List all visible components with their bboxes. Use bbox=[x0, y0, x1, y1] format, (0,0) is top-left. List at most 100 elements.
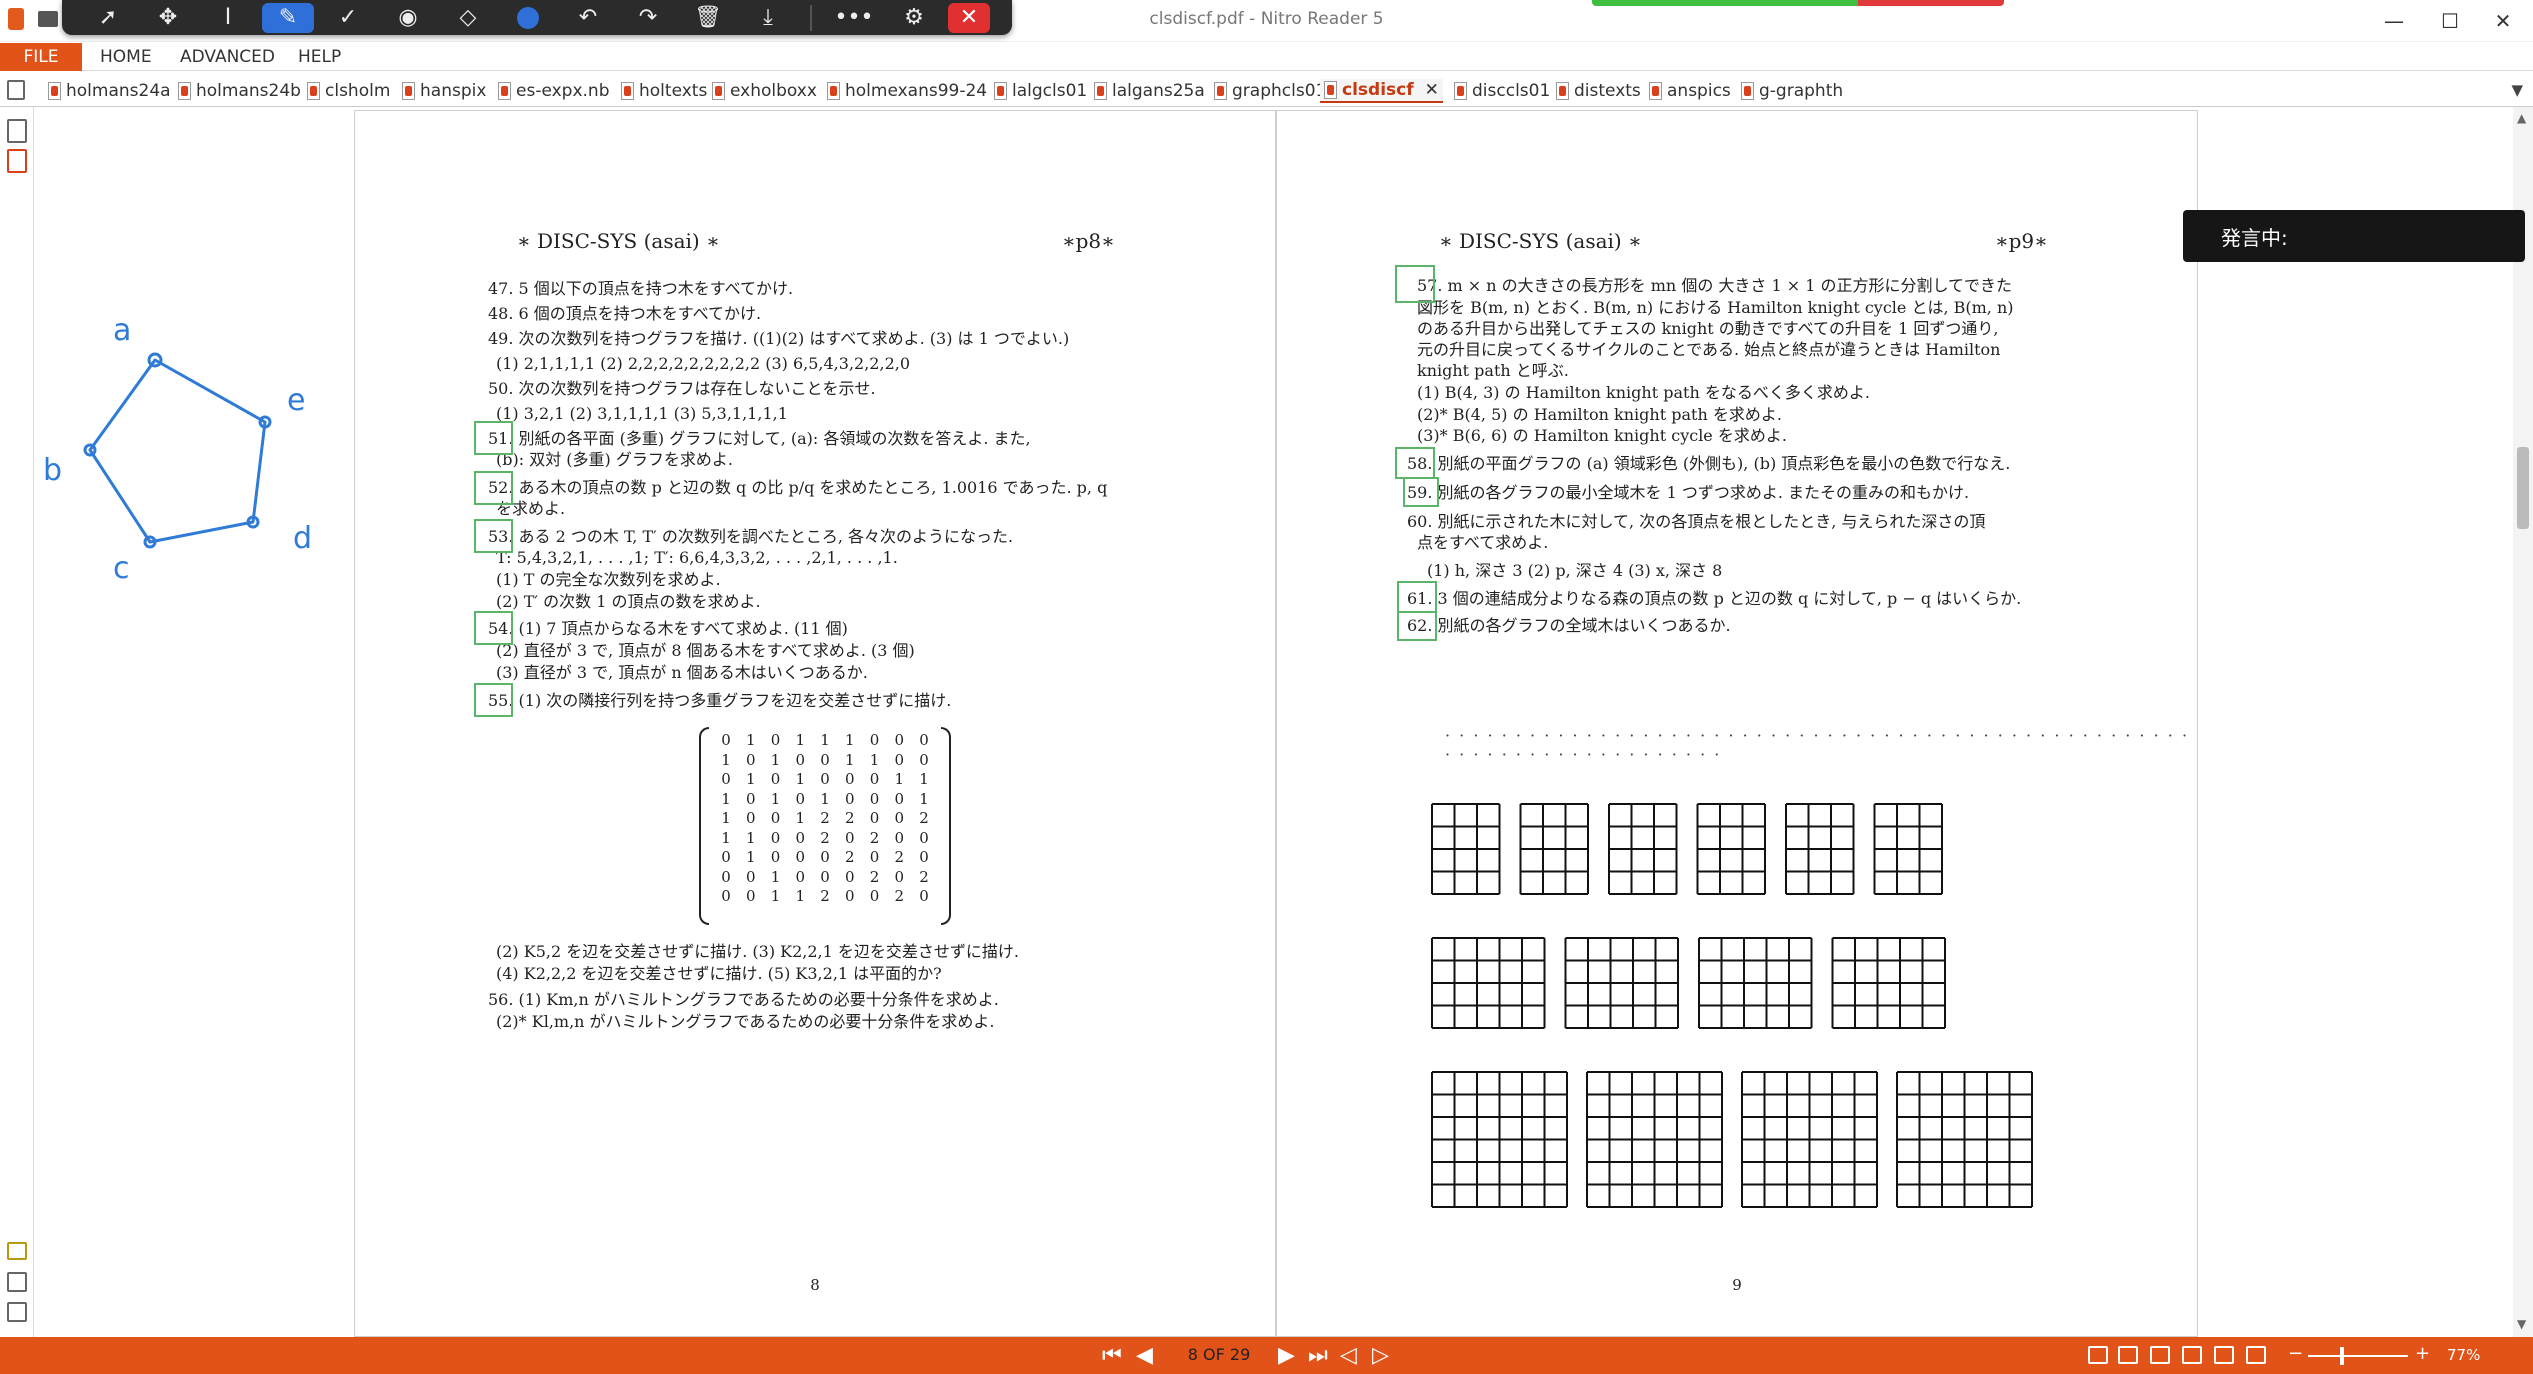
matrix-cell: 2 bbox=[820, 887, 830, 905]
doc-tab[interactable]: g-graphth bbox=[1737, 79, 1847, 103]
text-cursor-icon[interactable]: I bbox=[202, 3, 254, 33]
close-tab-icon[interactable]: ✕ bbox=[1425, 80, 1439, 100]
next-page-icon[interactable]: ▶ bbox=[1278, 1343, 1295, 1368]
chessboard-grid bbox=[1831, 937, 1946, 1029]
scrollbar-thumb[interactable] bbox=[2517, 447, 2529, 529]
pdf-icon bbox=[1556, 82, 1569, 100]
page-indicator[interactable]: 8 OF 29 bbox=[1177, 1345, 1261, 1367]
doc-tab[interactable]: exholboxx bbox=[708, 79, 821, 103]
doc-tab[interactable]: holmans24a bbox=[44, 79, 175, 103]
last-page-icon[interactable]: ⏭ bbox=[1308, 1343, 1328, 1368]
fit-page-icon[interactable] bbox=[2246, 1346, 2266, 1364]
minimize-button[interactable]: — bbox=[2364, 2, 2424, 40]
scroll-up-icon[interactable]: ▲ bbox=[2517, 111, 2526, 125]
doc-tab[interactable]: hanspix bbox=[398, 79, 490, 103]
highlighter-icon[interactable]: ◉ bbox=[382, 3, 434, 33]
doc-tab[interactable]: distexts bbox=[1552, 79, 1645, 103]
matrix-cell: 0 bbox=[919, 848, 929, 866]
doc-tab[interactable]: holtexts bbox=[617, 79, 711, 103]
tab-help[interactable]: HELP bbox=[298, 47, 341, 67]
matrix-cell: 0 bbox=[795, 828, 806, 847]
doc-tab[interactable]: graphcls01 bbox=[1210, 79, 1330, 103]
back-view-icon[interactable]: ◁ bbox=[1340, 1343, 1357, 1368]
pages-panel-icon[interactable] bbox=[7, 119, 27, 143]
continuous-view-icon[interactable] bbox=[2118, 1346, 2138, 1364]
matrix-cell: 1 bbox=[820, 789, 830, 808]
problem-line: (2) 直径が 3 で, 頂点が 8 個ある木をすべて求めよ. (3 個) bbox=[496, 641, 915, 660]
zoom-level[interactable]: 77% bbox=[2447, 1346, 2480, 1364]
fullscreen-view-icon[interactable] bbox=[2214, 1346, 2234, 1364]
tabs-overflow-icon[interactable]: ▼ bbox=[2511, 81, 2523, 99]
matrix-cell: 1 bbox=[869, 750, 880, 769]
annotation-box-52[interactable] bbox=[474, 471, 513, 505]
doc-tab[interactable]: clsholm bbox=[303, 79, 394, 103]
first-page-icon[interactable]: ⏮ bbox=[1102, 1343, 1122, 1368]
doc-tab[interactable]: anspics bbox=[1645, 79, 1735, 103]
eraser-icon[interactable]: ◇ bbox=[442, 3, 494, 33]
tab-advanced[interactable]: ADVANCED bbox=[180, 47, 275, 67]
page-icon[interactable] bbox=[7, 80, 25, 100]
chessboard-grid bbox=[1431, 803, 1501, 895]
doc-tab-active[interactable]: clsdiscf ✕ bbox=[1320, 79, 1443, 103]
doc-tab-label: lalgcls01 bbox=[1012, 81, 1088, 101]
doc-tab[interactable]: lalgcls01 bbox=[990, 79, 1091, 103]
matrix-cell: 0 bbox=[770, 731, 781, 749]
meeting-progress-red bbox=[1858, 0, 2004, 6]
pen-icon[interactable]: ✎ bbox=[262, 2, 314, 33]
pdf-icon bbox=[1649, 82, 1662, 100]
previous-page-icon[interactable]: ◀ bbox=[1136, 1343, 1153, 1368]
layers-panel-icon[interactable] bbox=[7, 1302, 27, 1322]
matrix-cell: 0 bbox=[894, 809, 905, 827]
close-toolbar-icon[interactable]: ✕ bbox=[948, 2, 990, 33]
comments-panel-icon[interactable] bbox=[7, 1242, 27, 1260]
matrix-cell: 1 bbox=[795, 770, 806, 788]
matrix-cell: 1 bbox=[795, 731, 806, 749]
user-settings-icon[interactable]: ⚙ bbox=[888, 3, 940, 33]
maximize-button[interactable]: ☐ bbox=[2420, 2, 2480, 40]
tab-home[interactable]: HOME bbox=[100, 47, 152, 67]
move-icon[interactable]: ✥ bbox=[142, 3, 194, 33]
download-icon[interactable]: ⤓ bbox=[742, 3, 794, 33]
matrix-row: 100122002 bbox=[715, 809, 935, 829]
doc-tab[interactable]: lalgans25a bbox=[1090, 79, 1209, 103]
check-icon[interactable]: ✓ bbox=[322, 3, 374, 33]
zoom-slider[interactable] bbox=[2308, 1355, 2408, 1357]
annotation-box-53[interactable] bbox=[474, 519, 513, 553]
trash-icon[interactable]: 🗑 bbox=[682, 3, 734, 33]
doc-tab[interactable]: holmans24b bbox=[174, 79, 305, 103]
chessboard-grid bbox=[1586, 1071, 1723, 1208]
doc-tab[interactable]: disccls01 bbox=[1450, 79, 1554, 103]
doc-tab[interactable]: es-expx.nb bbox=[494, 79, 614, 103]
pointer-icon[interactable]: ➚ bbox=[82, 3, 134, 33]
annotation-box-55[interactable] bbox=[474, 683, 513, 717]
close-button[interactable]: ✕ bbox=[2473, 2, 2533, 40]
matrix-cell: 0 bbox=[820, 867, 830, 886]
problem-line: 56. (1) Km,n がハミルトングラフであるための必要十分条件を求めよ. bbox=[488, 990, 999, 1009]
scroll-down-icon[interactable]: ▼ bbox=[2517, 1317, 2526, 1331]
attachments-panel-icon[interactable] bbox=[7, 1272, 27, 1292]
redo-icon[interactable]: ↷ bbox=[622, 3, 674, 33]
vertical-scrollbar[interactable]: ▲ ▼ bbox=[2513, 107, 2533, 1337]
matrix-cell: 1 bbox=[745, 828, 756, 847]
annotation-box-54[interactable] bbox=[474, 611, 513, 645]
undo-icon[interactable]: ↶ bbox=[562, 3, 614, 33]
problem-line: 51. 別紙の各平面 (多重) グラフに対して, (a): 各領域の次数を答えよ… bbox=[488, 429, 1031, 448]
single-page-view-icon[interactable] bbox=[2088, 1346, 2108, 1364]
matrix-cell: 2 bbox=[869, 867, 880, 886]
two-page-continuous-view-icon[interactable] bbox=[2182, 1346, 2202, 1364]
more-icon[interactable]: ••• bbox=[828, 3, 880, 33]
ink-annotation-graph[interactable]: a e d c b bbox=[35, 310, 335, 630]
chessboard-grid bbox=[1431, 1071, 1568, 1208]
zoom-out-icon[interactable]: − bbox=[2288, 1343, 2303, 1364]
bookmarks-panel-icon[interactable] bbox=[7, 149, 27, 173]
annotation-box-51[interactable] bbox=[474, 421, 513, 455]
problem-line: (1) 3,2,1 (2) 3,1,1,1,1 (3) 5,3,1,1,1,1 bbox=[496, 404, 788, 423]
matrix-cell: 2 bbox=[844, 809, 855, 827]
file-menu[interactable]: FILE bbox=[0, 43, 82, 71]
doc-tab[interactable]: holmexans99-24 bbox=[823, 79, 991, 103]
color-picker[interactable] bbox=[502, 3, 554, 33]
two-page-view-icon[interactable] bbox=[2150, 1346, 2170, 1364]
zoom-slider-thumb[interactable] bbox=[2340, 1347, 2344, 1365]
forward-view-icon[interactable]: ▷ bbox=[1372, 1343, 1389, 1368]
zoom-in-icon[interactable]: + bbox=[2415, 1343, 2430, 1364]
